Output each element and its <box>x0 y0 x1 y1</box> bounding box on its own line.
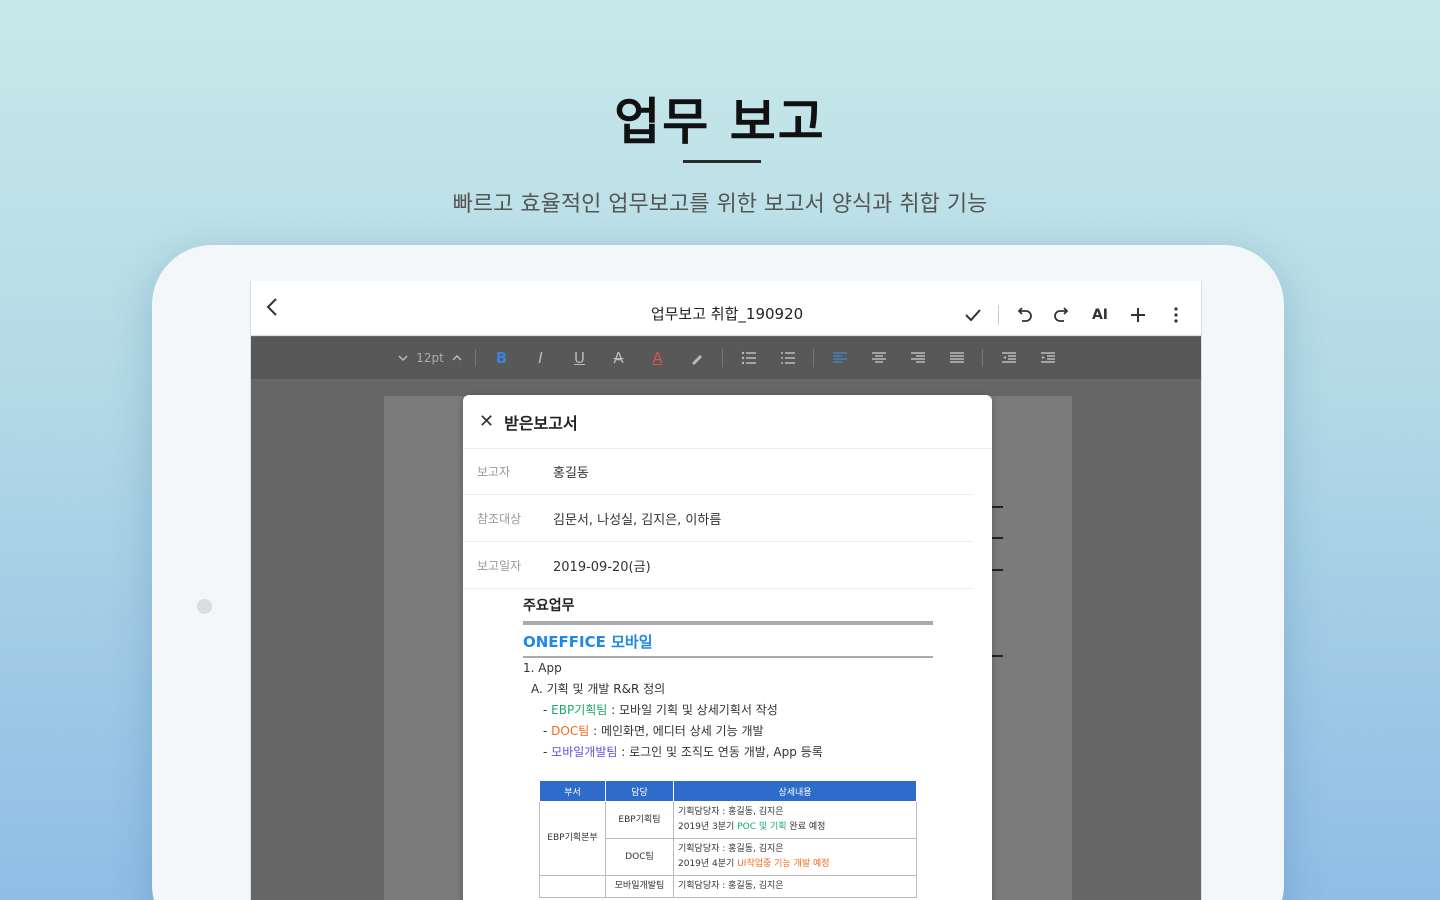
report-date-row: 보고일자 2019-09-20(금) <box>463 543 973 589</box>
hero-title: 업무 보고 <box>614 93 826 151</box>
received-report-panel: ✕ 받은보고서 보고자 홍길동 참조대상 김문서, 나성실, 김지은, 이하름 … <box>463 395 992 900</box>
ai-label: AI <box>1091 307 1109 323</box>
table-header: 부서 <box>539 780 606 802</box>
table-row: EBP기획본부 EBP기획팀 기획담당자 : 홍길동, 김지은 2019년 3분… <box>539 801 917 876</box>
cell-text: 2019년 4분기 <box>678 859 738 869</box>
project-title: ONEFFICE 모바일 <box>523 633 653 651</box>
cell-text: 2019년 3분기 <box>678 822 738 832</box>
table-cell: 기획담당자 : 홍길동, 김지은 2019년 3분기 POC 및 기획 완료 예… <box>673 801 917 839</box>
bullet-text: : 로그인 및 조직도 연동 개발, App 등록 <box>617 745 823 759</box>
indent-decrease-icon[interactable] <box>989 344 1028 372</box>
table-cell: DOC팀 <box>605 838 674 876</box>
highlight-icon[interactable] <box>677 344 716 372</box>
info-value: 홍길동 <box>553 466 589 481</box>
undo-icon[interactable] <box>1005 301 1043 329</box>
divider <box>982 349 983 367</box>
app-screen: 업무보고 취합_190920 AI 12pt B I U A A ✕ 받은보고서… <box>250 281 1202 900</box>
team-name: DOC팀 <box>551 724 590 738</box>
indent-increase-icon[interactable] <box>1028 344 1067 372</box>
cell-text: 완료 예정 <box>786 822 826 832</box>
add-icon[interactable] <box>1119 301 1157 329</box>
ai-button[interactable]: AI <box>1081 301 1119 329</box>
list-item: - DOC팀 : 메인화면, 에디터 상세 기능 개발 <box>523 721 933 742</box>
bullet-list-icon[interactable] <box>729 344 768 372</box>
table-header: 상세내용 <box>673 780 917 802</box>
table-cell <box>539 875 606 898</box>
bullet-text: : 모바일 기획 및 상세기획서 작성 <box>607 703 778 717</box>
section-rule <box>523 621 933 625</box>
divider <box>722 349 723 367</box>
panel-header: ✕ 받은보고서 <box>463 395 992 449</box>
italic-button[interactable]: I <box>521 344 560 372</box>
cell-highlight: UI작업중 기능 개발 예정 <box>737 859 830 869</box>
tablet-camera <box>197 599 212 614</box>
divider <box>998 305 999 325</box>
align-left-icon[interactable] <box>820 344 859 372</box>
info-value: 김문서, 나성실, 김지은, 이하름 <box>553 513 722 528</box>
divider <box>475 349 476 367</box>
align-center-icon[interactable] <box>859 344 898 372</box>
ruler-tick <box>991 506 1003 508</box>
info-label: 보고자 <box>477 465 511 479</box>
assignment-table: 부서 담당 상세내용 EBP기획본부 EBP기획팀 기획담당자 : 홍길동, 김… <box>539 780 917 898</box>
list-item: A. 기획 및 개발 R&R 정의 <box>531 682 666 696</box>
divider <box>813 349 814 367</box>
format-toolbar: 12pt B I U A A <box>251 337 1201 379</box>
ruler-tick <box>991 537 1003 539</box>
table-header-row: 부서 담당 상세내용 <box>539 780 917 802</box>
close-icon[interactable]: ✕ <box>479 411 494 432</box>
table-cell: 모바일개발팀 <box>605 875 674 898</box>
bullet-text: : 메인화면, 에디터 상세 기능 개발 <box>589 724 764 738</box>
more-icon[interactable] <box>1157 301 1195 329</box>
team-name: EBP기획팀 <box>551 703 608 717</box>
cell-highlight: POC 및 기획 <box>737 822 787 832</box>
app-bar: 업무보고 취합_190920 AI <box>251 281 1201 336</box>
table-cell: EBP기획팀 <box>605 801 674 839</box>
list-item: - EBP기획팀 : 모바일 기획 및 상세기획서 작성 <box>523 700 933 721</box>
reporter-row: 보고자 홍길동 <box>463 449 973 495</box>
bold-button[interactable]: B <box>482 344 521 372</box>
bullet-prefix: - <box>543 703 552 717</box>
table-cell: 기획담당자 : 홍길동, 김지은 2019년 4분기 UI작업중 기능 개발 예… <box>673 838 917 876</box>
font-color-button[interactable]: A <box>638 344 677 372</box>
table-cell: 기획담당자 : 홍길동, 김지은 <box>673 875 917 898</box>
hero-divider <box>683 160 761 163</box>
font-size-value[interactable]: 12pt <box>415 351 445 365</box>
bullet-prefix: - <box>543 745 552 759</box>
table-header: 담당 <box>605 780 674 802</box>
cell-line: 기획담당자 : 홍길동, 김지은 <box>678 807 784 817</box>
cell-line: 기획담당자 : 홍길동, 김지은 <box>678 844 784 854</box>
numbered-list-icon[interactable] <box>768 344 807 372</box>
team-name: 모바일개발팀 <box>551 745 618 759</box>
align-right-icon[interactable] <box>898 344 937 372</box>
info-label: 보고일자 <box>477 559 522 573</box>
hero-subtitle: 빠르고 효율적인 업무보고를 위한 보고서 양식과 취합 기능 <box>452 192 988 217</box>
underline-button[interactable]: U <box>560 344 599 372</box>
table-cell: EBP기획본부 <box>539 801 606 876</box>
app-actions: AI <box>954 301 1195 329</box>
confirm-icon[interactable] <box>954 301 992 329</box>
list-item: 1. App <box>523 661 562 675</box>
list-item: - 모바일개발팀 : 로그인 및 조직도 연동 개발, App 등록 <box>523 742 933 763</box>
panel-title: 받은보고서 <box>504 413 578 433</box>
ruler-tick <box>991 569 1003 571</box>
report-content: 주요업무 ONEFFICE 모바일 1. App A. 기획 및 개발 R&R … <box>523 595 933 763</box>
align-justify-icon[interactable] <box>937 344 976 372</box>
ruler-tick <box>991 655 1003 657</box>
bullet-prefix: - <box>543 724 552 738</box>
font-size-down-icon[interactable] <box>391 344 415 372</box>
cell-line: 기획담당자 : 홍길동, 김지은 <box>678 881 784 891</box>
table-row: 모바일개발팀 기획담당자 : 홍길동, 김지은 <box>539 875 917 898</box>
info-value: 2019-09-20(금) <box>553 560 651 575</box>
cell-line: 2019년 3분기 POC 및 기획 완료 예정 <box>678 820 912 835</box>
redo-icon[interactable] <box>1043 301 1081 329</box>
font-size-up-icon[interactable] <box>445 344 469 372</box>
cell-line: 2019년 4분기 UI작업중 기능 개발 예정 <box>678 857 912 872</box>
strikethrough-button[interactable]: A <box>599 344 638 372</box>
section-title: 주요업무 <box>523 598 575 614</box>
reference-row: 참조대상 김문서, 나성실, 김지은, 이하름 <box>463 496 973 542</box>
info-label: 참조대상 <box>477 512 522 526</box>
